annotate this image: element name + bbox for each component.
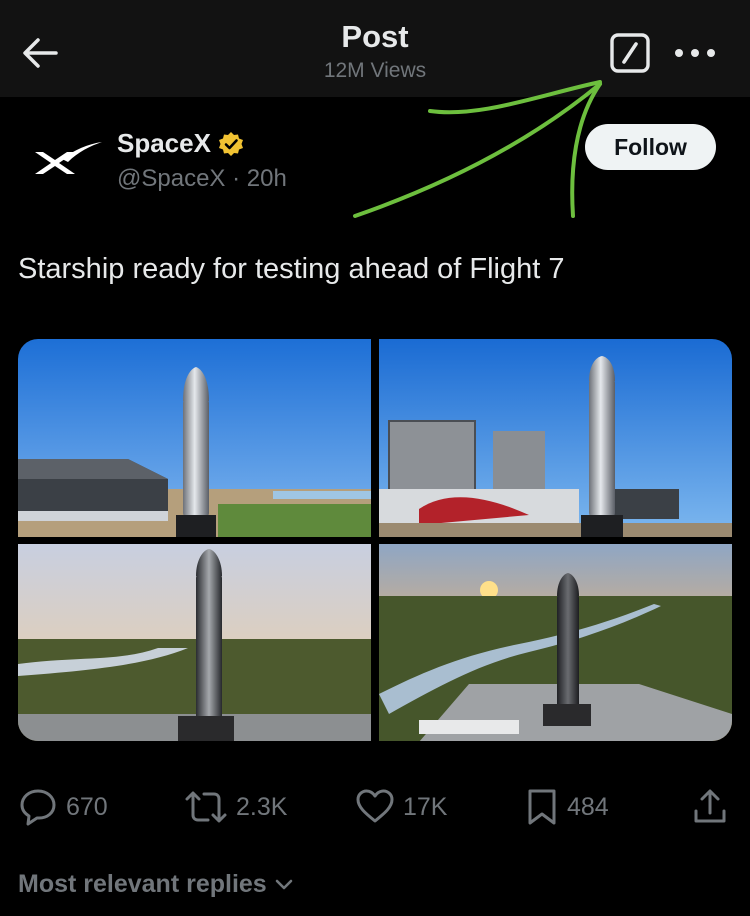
- author-name[interactable]: SpaceX: [117, 128, 211, 159]
- grok-icon[interactable]: [610, 33, 650, 73]
- share-button[interactable]: [690, 784, 730, 830]
- repost-count: 2.3K: [236, 792, 288, 821]
- chevron-down-icon: [275, 879, 293, 889]
- post-text: Starship ready for testing ahead of Flig…: [18, 253, 565, 285]
- verified-badge-icon: [218, 131, 243, 156]
- bookmark-button[interactable]: 484: [525, 784, 609, 830]
- bookmark-icon: [528, 789, 556, 825]
- bookmark-count: 484: [567, 792, 609, 821]
- replies-sort-label: Most relevant replies: [18, 870, 267, 898]
- reply-count: 670: [66, 792, 108, 821]
- author-handle: @SpaceX · 20h: [117, 165, 287, 192]
- media-grid: [18, 339, 732, 741]
- avatar[interactable]: [18, 120, 104, 206]
- repost-button[interactable]: 2.3K: [184, 784, 287, 830]
- share-icon: [694, 789, 726, 823]
- more-icon[interactable]: [673, 38, 717, 68]
- photo-2[interactable]: [379, 339, 732, 537]
- author-name-row: SpaceX: [117, 128, 244, 159]
- like-button[interactable]: 17K: [355, 784, 447, 830]
- repost-icon: [185, 791, 227, 823]
- spacex-logo-icon: [35, 142, 102, 174]
- top-bar: Post 12M Views: [0, 0, 750, 97]
- reply-icon: [20, 789, 56, 826]
- action-bar: 670 2.3K 17K 484: [0, 784, 750, 834]
- reply-button[interactable]: 670: [18, 784, 108, 830]
- like-count: 17K: [403, 792, 448, 821]
- photo-3[interactable]: [18, 544, 371, 741]
- photo-4[interactable]: [379, 544, 732, 741]
- follow-button[interactable]: Follow: [585, 124, 716, 170]
- replies-sort-dropdown[interactable]: Most relevant replies: [18, 870, 295, 899]
- heart-icon: [356, 789, 394, 823]
- photo-1[interactable]: [18, 339, 371, 537]
